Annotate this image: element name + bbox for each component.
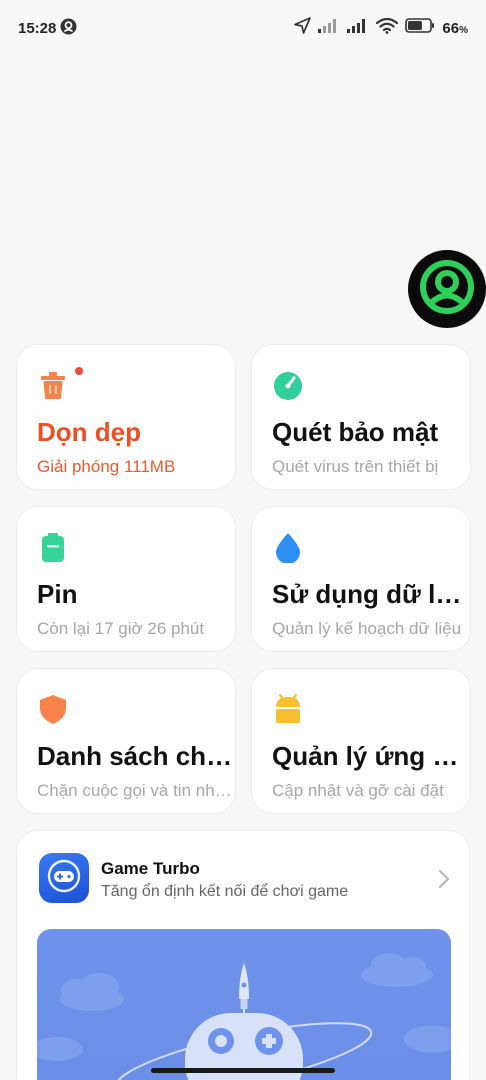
battery-percent-value: 66 bbox=[442, 19, 460, 37]
game-turbo-logo bbox=[39, 853, 89, 903]
status-left: 15:28 bbox=[18, 18, 77, 39]
tile-data-usage[interactable]: Sử dụng dữ liệu Quản lý kế hoạch dữ liệu bbox=[251, 506, 471, 652]
rocket-gamepad-illustration bbox=[37, 953, 451, 1080]
game-turbo-banner[interactable] bbox=[37, 929, 451, 1080]
user-circle-icon bbox=[418, 258, 476, 321]
battery-icon bbox=[405, 18, 435, 38]
android-icon bbox=[272, 693, 304, 725]
status-right: 66% bbox=[294, 17, 468, 39]
gamepad-icon bbox=[46, 858, 82, 899]
tile-title: Dọn dẹp bbox=[37, 417, 141, 447]
battery-icon bbox=[37, 531, 69, 563]
tile-subtitle: Chặn cuộc gọi và tin nhắn bbox=[37, 781, 233, 800]
status-time: 15:28 bbox=[18, 19, 57, 37]
chevron-right-icon[interactable] bbox=[437, 869, 451, 894]
wifi-icon bbox=[376, 17, 399, 39]
tile-subtitle: Cập nhật và gỡ cài đặt bbox=[272, 781, 444, 800]
tile-title: Quét bảo mật bbox=[272, 417, 439, 447]
game-turbo-subtitle: Tăng ổn định kết nối để chơi game bbox=[101, 883, 349, 900]
tile-cleanup[interactable]: Dọn dẹp Giải phóng 111MB bbox=[16, 344, 236, 490]
status-bar: 15:28 66% bbox=[0, 0, 486, 58]
water-drop-icon bbox=[272, 531, 304, 564]
tile-battery[interactable]: Pin Còn lại 17 giờ 26 phút bbox=[16, 506, 236, 652]
shield-icon bbox=[37, 693, 69, 725]
tile-subtitle: Quét virus trên thiết bị bbox=[272, 457, 439, 476]
floating-user-button[interactable] bbox=[408, 250, 486, 328]
tile-manage-apps[interactable]: Quản lý ứng dụng Cập nhật và gỡ cài đặt bbox=[251, 668, 471, 814]
battery-percent: 66% bbox=[442, 20, 468, 37]
trash-icon bbox=[37, 369, 69, 401]
tile-subtitle: Còn lại 17 giờ 26 phút bbox=[37, 619, 205, 638]
notification-dot bbox=[75, 367, 83, 375]
tile-title: Pin bbox=[37, 579, 78, 609]
battery-unit: % bbox=[459, 24, 468, 36]
signal-icon bbox=[347, 18, 369, 38]
tile-subtitle: Giải phóng 111MB bbox=[37, 457, 176, 476]
tile-title: Danh sách chặn bbox=[37, 741, 233, 771]
tile-subtitle: Quản lý kế hoạch dữ liệu bbox=[272, 619, 462, 638]
game-turbo-title: Game Turbo bbox=[101, 859, 200, 878]
tile-security-scan[interactable]: Quét bảo mật Quét virus trên thiết bị bbox=[251, 344, 471, 490]
navigation-icon bbox=[294, 17, 312, 39]
tile-title: Quản lý ứng dụng bbox=[272, 741, 468, 771]
speedometer-icon bbox=[272, 369, 304, 401]
tile-title: Sử dụng dữ liệu bbox=[272, 579, 468, 609]
home-indicator[interactable] bbox=[151, 1068, 335, 1073]
game-turbo-card[interactable]: Game Turbo Tăng ổn định kết nối để chơi … bbox=[16, 830, 470, 1080]
signal-icon bbox=[318, 18, 340, 38]
tile-blocklist[interactable]: Danh sách chặn Chặn cuộc gọi và tin nhắn bbox=[16, 668, 236, 814]
location-app-icon bbox=[60, 18, 77, 39]
